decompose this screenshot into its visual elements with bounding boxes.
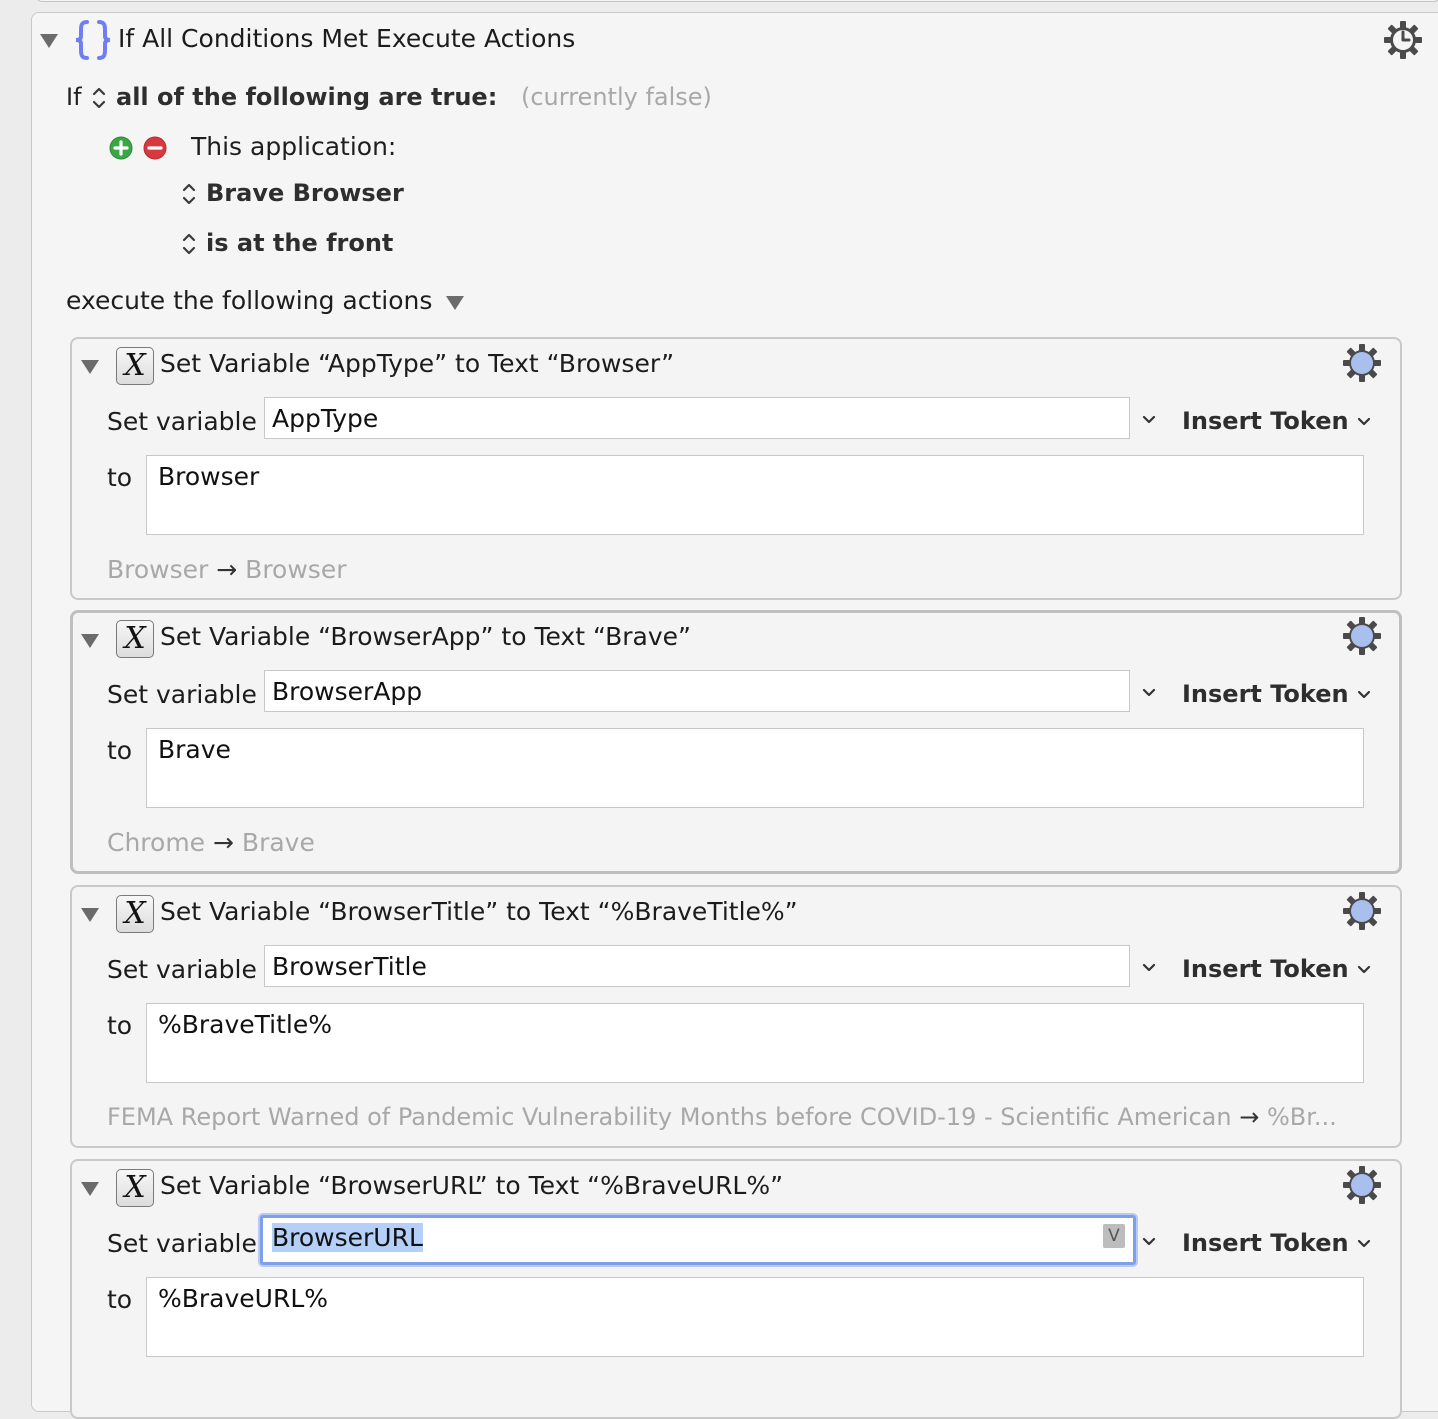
- outer-action-title: If All Conditions Met Execute Actions: [118, 24, 576, 53]
- application-popup-arrows-icon[interactable]: [181, 181, 197, 207]
- chevron-down-icon: [1357, 965, 1371, 974]
- outer-disclosure-triangle[interactable]: [40, 34, 58, 48]
- variable-autocomplete-badge[interactable]: V: [1103, 1224, 1125, 1248]
- insert-token-button[interactable]: Insert Token: [1182, 1229, 1371, 1257]
- result-preview: Browser → Browser: [107, 555, 346, 584]
- preview-from: FEMA Report Warned of Pandemic Vulnerabi…: [107, 1103, 1232, 1131]
- preview-arrow: →: [1239, 1103, 1260, 1131]
- set-variable-label: Set variable: [107, 1229, 257, 1258]
- gear-icon[interactable]: [1342, 616, 1382, 656]
- result-preview: FEMA Report Warned of Pandemic Vulnerabi…: [107, 1103, 1363, 1131]
- action-title: Set Variable “BrowserURL” to Text “%Brav…: [160, 1171, 784, 1200]
- preview-arrow: →: [216, 555, 238, 584]
- variable-name-field-focused[interactable]: BrowserURL V: [260, 1215, 1136, 1265]
- minus-circle-icon[interactable]: [143, 136, 167, 160]
- condition-type-label: This application:: [191, 132, 397, 161]
- gear-icon[interactable]: [1342, 891, 1382, 931]
- variable-menu-chevron-icon[interactable]: [1142, 688, 1156, 698]
- application-state-popup[interactable]: is at the front: [206, 229, 393, 257]
- insert-token-label: Insert Token: [1182, 680, 1349, 708]
- variable-x-icon: 𝑋: [116, 895, 154, 933]
- action-title: Set Variable “BrowserTitle” to Text “%Br…: [160, 897, 798, 926]
- to-label: to: [107, 1011, 133, 1040]
- chevron-down-icon: [1357, 417, 1371, 426]
- action-disclosure-triangle[interactable]: [81, 1182, 99, 1196]
- action-set-variable-browserapp[interactable]: 𝑋 Set Variable “BrowserApp” to Text “Bra…: [70, 610, 1402, 874]
- preview-to: %Br...: [1266, 1103, 1337, 1131]
- variable-name-field[interactable]: AppType: [264, 397, 1130, 439]
- insert-token-label: Insert Token: [1182, 955, 1349, 983]
- selected-variable-text: BrowserURL: [272, 1223, 423, 1252]
- match-mode-popup-arrows-icon[interactable]: [91, 85, 107, 111]
- set-variable-label: Set variable: [107, 407, 257, 436]
- action-title: Set Variable “BrowserApp” to Text “Brave…: [160, 622, 692, 651]
- action-set-variable-apptype[interactable]: 𝑋 Set Variable “AppType” to Text “Browse…: [70, 337, 1402, 600]
- value-text-area[interactable]: Browser: [146, 455, 1364, 535]
- variable-menu-chevron-icon[interactable]: [1142, 415, 1156, 425]
- action-disclosure-triangle[interactable]: [81, 634, 99, 648]
- preview-arrow: →: [213, 828, 234, 857]
- action-disclosure-triangle[interactable]: [81, 908, 99, 922]
- chevron-down-icon: [1357, 1239, 1371, 1248]
- action-set-variable-browsertitle[interactable]: 𝑋 Set Variable “BrowserTitle” to Text “%…: [70, 885, 1402, 1148]
- state-popup-arrows-icon[interactable]: [181, 231, 197, 257]
- previous-action-edge: [0, 0, 1438, 10]
- insert-token-label: Insert Token: [1182, 1229, 1349, 1257]
- variable-x-icon: 𝑋: [116, 1169, 154, 1207]
- insert-token-button[interactable]: Insert Token: [1182, 955, 1371, 983]
- preview-to: Brave: [241, 828, 315, 857]
- variable-name-field[interactable]: BrowserApp: [264, 670, 1130, 712]
- insert-token-label: Insert Token: [1182, 407, 1349, 435]
- plus-circle-icon[interactable]: [109, 136, 133, 160]
- action-disclosure-triangle[interactable]: [81, 360, 99, 374]
- value-text-area[interactable]: %BraveURL%: [146, 1277, 1364, 1357]
- preview-from: Browser: [107, 555, 209, 584]
- gear-icon[interactable]: [1383, 20, 1423, 60]
- to-label: to: [107, 463, 133, 492]
- to-label: to: [107, 1285, 133, 1314]
- value-text-area[interactable]: %BraveTitle%: [146, 1003, 1364, 1083]
- previous-action-border: [36, 0, 1438, 2]
- variable-menu-chevron-icon[interactable]: [1142, 1237, 1156, 1247]
- variable-name-field[interactable]: BrowserTitle: [264, 945, 1130, 987]
- variable-x-icon: 𝑋: [116, 347, 154, 385]
- braces-icon: [75, 20, 111, 60]
- variable-menu-chevron-icon[interactable]: [1142, 963, 1156, 973]
- action-set-variable-browserurl[interactable]: 𝑋 Set Variable “BrowserURL” to Text “%Br…: [70, 1159, 1402, 1419]
- insert-token-button[interactable]: Insert Token: [1182, 407, 1371, 435]
- gear-icon[interactable]: [1342, 1165, 1382, 1205]
- execute-disclosure-triangle[interactable]: [446, 296, 464, 310]
- application-popup[interactable]: Brave Browser: [206, 179, 404, 207]
- insert-token-button[interactable]: Insert Token: [1182, 680, 1371, 708]
- variable-x-icon: 𝑋: [116, 620, 154, 658]
- value-text-area[interactable]: Brave: [146, 728, 1364, 808]
- gear-icon[interactable]: [1342, 343, 1382, 383]
- if-label: If: [66, 83, 82, 111]
- set-variable-label: Set variable: [107, 680, 257, 709]
- preview-to: Browser: [245, 555, 347, 584]
- set-variable-label: Set variable: [107, 955, 257, 984]
- match-mode-popup[interactable]: all of the following are true:: [116, 83, 497, 111]
- chevron-down-icon: [1357, 690, 1371, 699]
- preview-from: Chrome: [107, 828, 206, 857]
- execute-actions-label: execute the following actions: [66, 286, 433, 315]
- action-title: Set Variable “AppType” to Text “Browser”: [160, 349, 675, 378]
- result-preview: Chrome → Brave: [107, 828, 315, 857]
- condition-status: (currently false): [521, 83, 712, 111]
- to-label: to: [107, 736, 133, 765]
